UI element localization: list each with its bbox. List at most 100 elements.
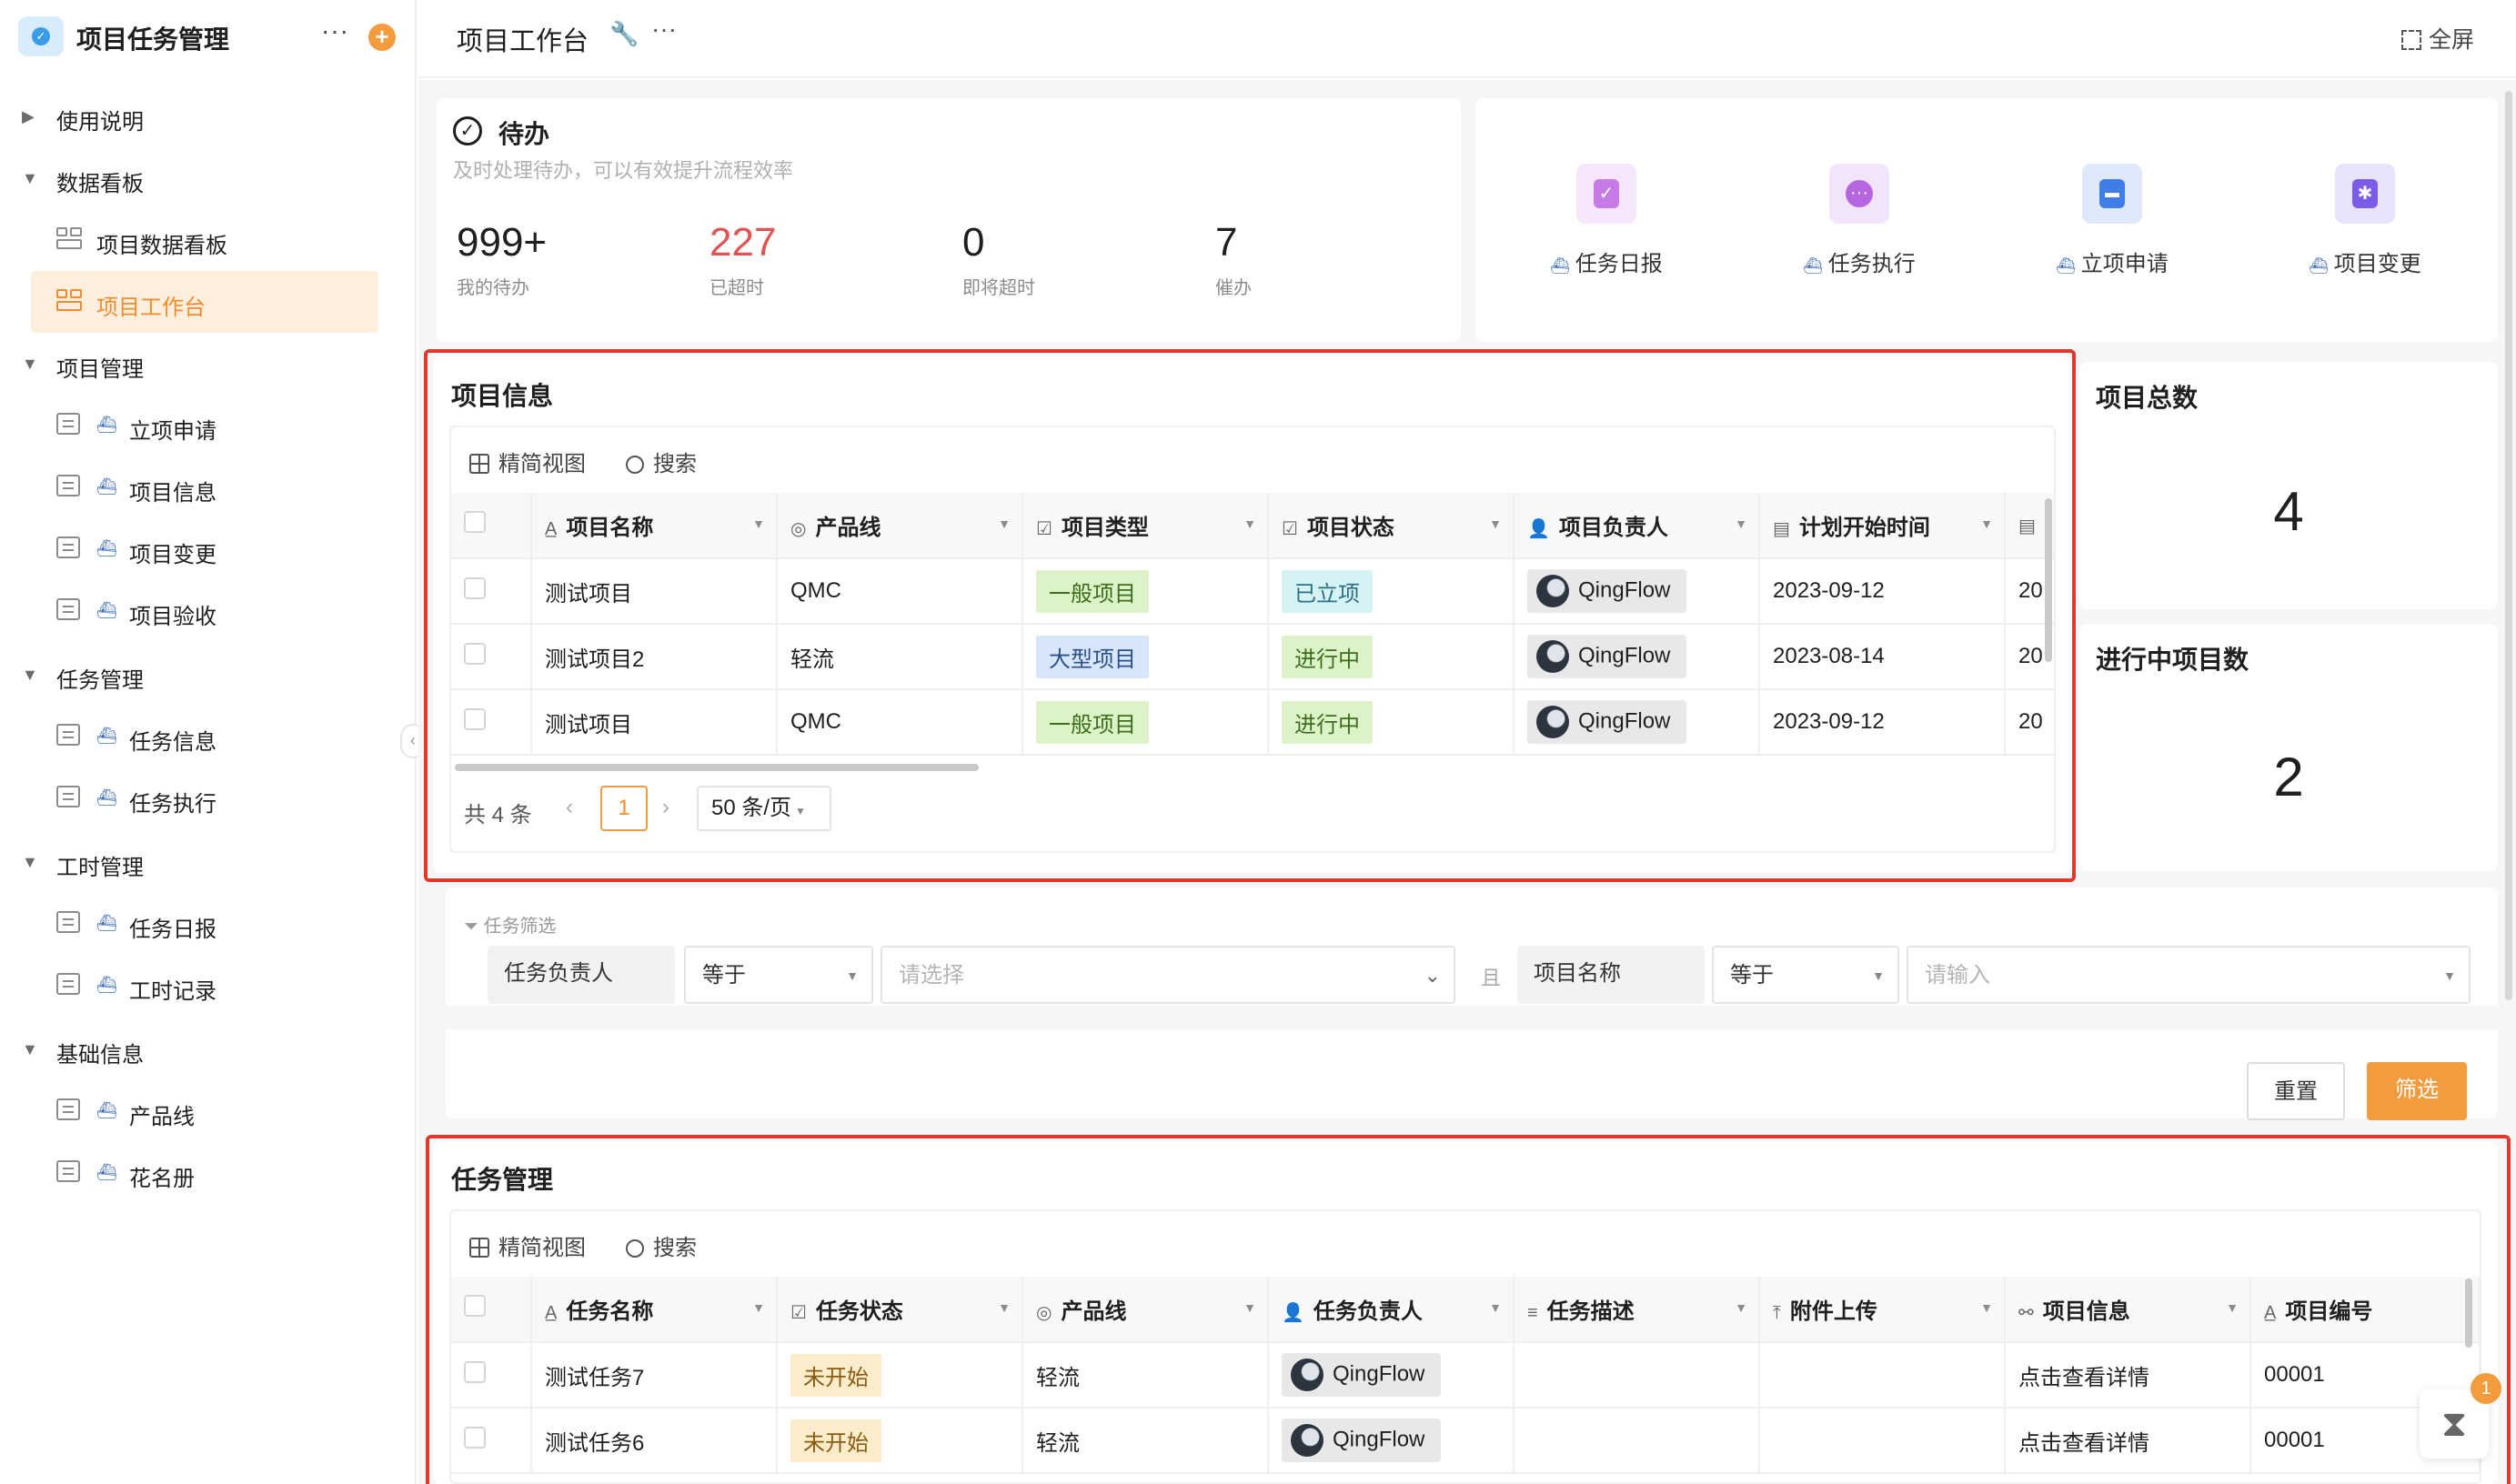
ship-icon: ⛴ <box>96 601 117 619</box>
more-icon[interactable]: ··· <box>651 15 677 44</box>
caret-down-icon: ▼ <box>22 853 38 871</box>
kpi-title: 进行中项目数 <box>2096 646 2249 674</box>
chevron-down-icon: ▼ <box>846 968 859 983</box>
filter-field-1[interactable]: 任务负责人 <box>488 946 675 1004</box>
form-icon <box>56 536 80 558</box>
sidebar-group-basic-info[interactable]: ▼ 基础信息 <box>0 1018 400 1080</box>
sidebar-item-hour-record[interactable]: ⛴ 工时记录 <box>0 955 400 1017</box>
ship-icon: ⛴ <box>96 914 117 932</box>
ship-icon: ⛴ <box>1803 257 1823 275</box>
stat-caption: 即将超时 <box>962 278 1035 298</box>
sidebar-item-project-acceptance[interactable]: ⛴ 项目验收 <box>0 580 400 642</box>
ship-icon: ⛴ <box>96 727 117 745</box>
quick-link-task-daily[interactable]: ✓ ⛴ 任务日报 <box>1525 164 1688 277</box>
sidebar-item-project-change[interactable]: ⛴ 项目变更 <box>0 518 400 580</box>
kpi-value: 4 <box>2273 481 2304 542</box>
filter-field-2[interactable]: 项目名称 <box>1517 946 1705 1004</box>
caret-down-icon: ▼ <box>22 355 38 373</box>
stat-caption: 催办 <box>1215 278 1252 298</box>
wrench-icon[interactable]: 🔧 <box>609 20 639 48</box>
form-icon <box>56 786 80 807</box>
ship-icon: ⛴ <box>96 976 117 994</box>
fullscreen-button[interactable]: 全屏 <box>2400 22 2474 55</box>
quick-link-project-change[interactable]: ✱ ⛴ 项目变更 <box>2283 164 2447 277</box>
sidebar-group-hours[interactable]: ▼ 工时管理 <box>0 831 400 893</box>
stat-overdue[interactable]: 227 已超时 <box>710 220 776 299</box>
sidebar-item-label: 任务日报 <box>129 917 216 942</box>
ship-icon: ⛴ <box>96 1163 117 1181</box>
filter-value-1[interactable]: 请选择 ⌄ <box>881 946 1455 1004</box>
dashboard-icon <box>56 227 82 249</box>
page-title: 项目工作台 <box>457 27 589 56</box>
sidebar-group-project-mgmt[interactable]: ▼ 项目管理 <box>0 333 400 395</box>
stat-urge[interactable]: 7 催办 <box>1215 220 1252 299</box>
highlight-box <box>426 1135 2511 1484</box>
filter-apply-button[interactable]: 筛选 <box>2367 1062 2467 1120</box>
sidebar-item-guide[interactable]: ▶ 使用说明 <box>0 85 400 147</box>
stat-value: 0 <box>962 220 985 265</box>
placeholder-text: 请输入 <box>1925 963 1990 988</box>
quick-link-project-apply[interactable]: ▬ ⛴ 立项申请 <box>2030 164 2194 277</box>
stat-due-soon[interactable]: 0 即将超时 <box>962 220 1035 299</box>
ship-icon: ⛴ <box>2309 257 2329 275</box>
stat-caption: 已超时 <box>710 278 764 298</box>
ship-icon: ⛴ <box>1550 257 1570 275</box>
quick-links-card: ✓ ⛴ 任务日报 ··· ⛴ 任务执行 ▬ ⛴ 立项申请 ✱ ⛴ 项目变更 <box>1475 98 2498 342</box>
filter-value-2[interactable]: 请输入 ▼ <box>1907 946 2471 1004</box>
placeholder-text: 请选择 <box>899 963 964 988</box>
sidebar-item-label: 立项申请 <box>129 419 216 444</box>
quick-link-label: 立项申请 <box>2080 252 2169 276</box>
todo-title: 待办 <box>498 120 550 148</box>
page-scrollbar[interactable] <box>2505 91 2512 1000</box>
stat-caption: 我的待办 <box>457 278 529 298</box>
kpi-value: 2 <box>2273 747 2304 807</box>
sidebar-group-task-mgmt[interactable]: ▼ 任务管理 <box>0 644 400 706</box>
filter-label-text: 任务筛选 <box>483 917 557 937</box>
sidebar-item-project-apply[interactable]: ⛴ 立项申请 <box>0 395 400 456</box>
stat-value: 999+ <box>457 220 548 265</box>
sidebar-item-label: 工时管理 <box>56 856 144 880</box>
sidebar-item-label: 使用说明 <box>56 110 144 135</box>
sidebar-item-task-info[interactable]: ⛴ 任务信息 <box>0 706 400 767</box>
sidebar-item-task-exec[interactable]: ⛴ 任务执行 <box>0 767 400 829</box>
sidebar-item-label: 项目信息 <box>129 481 216 506</box>
form-icon <box>56 1160 80 1182</box>
kpi-total-projects: 项目总数 4 <box>2079 362 2498 609</box>
dashboard-icon <box>56 289 82 311</box>
stat-my-todo[interactable]: 999+ 我的待办 <box>457 220 547 299</box>
sidebar-item-project-dashboard[interactable]: 项目数据看板 <box>0 209 400 271</box>
ship-icon: ⛴ <box>96 1101 117 1119</box>
form-icon <box>56 598 80 620</box>
check-circle-icon: ✓ <box>453 116 482 145</box>
sidebar-item-project-workbench[interactable]: 项目工作台 <box>31 271 378 333</box>
add-icon[interactable]: + <box>368 24 396 51</box>
sidebar-item-task-daily[interactable]: ⛴ 任务日报 <box>0 893 400 955</box>
form-icon <box>56 724 80 746</box>
gear-icon: ✱ <box>2335 164 2395 224</box>
check-icon: ✓ <box>32 27 50 45</box>
filter-icon: ⏷ <box>464 917 484 937</box>
sidebar-item-project-info[interactable]: ⛴ 项目信息 <box>0 456 400 518</box>
sidebar-item-label: 项目工作台 <box>96 296 206 320</box>
ship-icon: ⛴ <box>96 788 117 807</box>
chevron-down-icon: ⌄ <box>1424 964 1441 987</box>
caret-right-icon: ▶ <box>22 107 35 125</box>
bookmark-icon: ▬ <box>2082 164 2142 224</box>
sidebar-group-dashboard[interactable]: ▼ 数据看板 <box>0 147 400 209</box>
filter-operator-2[interactable]: 等于 ▼ <box>1712 946 1899 1004</box>
chevron-down-icon: ▼ <box>1872 968 1885 983</box>
filter-operator-1[interactable]: 等于 ▼ <box>684 946 873 1004</box>
sidebar-item-label: 数据看板 <box>56 172 144 196</box>
app-title: 项目任务管理 <box>76 25 230 54</box>
more-icon[interactable]: ··· <box>321 16 349 45</box>
quick-link-task-exec[interactable]: ··· ⛴ 任务执行 <box>1777 164 1941 277</box>
and-label: 且 <box>1481 967 1502 989</box>
sidebar-item-product-line[interactable]: ⛴ 产品线 <box>0 1080 400 1142</box>
reset-button[interactable]: 重置 <box>2247 1062 2345 1120</box>
caret-down-icon: ▼ <box>22 1040 38 1058</box>
highlight-box <box>424 349 2076 882</box>
sidebar: ✓ 项目任务管理 ··· + ▶ 使用说明 ▼ 数据看板 项目数据看板 项目工作… <box>0 0 417 1484</box>
sidebar-item-roster[interactable]: ⛴ 花名册 <box>0 1142 400 1204</box>
stat-value: 7 <box>1215 220 1238 265</box>
chevron-down-icon: ▼ <box>2443 968 2456 983</box>
